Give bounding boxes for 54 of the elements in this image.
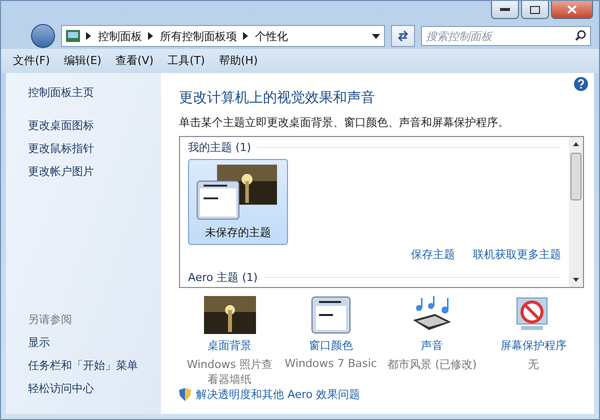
wallpaper-thumbnail [204, 296, 256, 334]
refresh-button[interactable] [391, 25, 415, 47]
setting-link[interactable]: 屏幕保护程序 [500, 338, 566, 353]
sidebar-link[interactable]: 轻松访问中心 [28, 381, 161, 396]
help-icon[interactable] [574, 77, 588, 91]
theme-action-link[interactable]: 联机获取更多主题 [473, 247, 561, 262]
address-bar[interactable]: 控制面板 所有控制面板项 个性化 [61, 25, 385, 47]
close-button[interactable] [551, 1, 593, 19]
setting-link[interactable]: 桌面背景 [208, 338, 252, 353]
refresh-icon [397, 30, 409, 42]
setting-value: Windows 照片查看器墙纸 [186, 357, 274, 387]
menu-item[interactable]: 编辑(E) [64, 53, 102, 69]
sidebar-link[interactable]: 任务栏和「开始」菜单 [28, 358, 161, 373]
chevron-icon [243, 32, 249, 40]
minimize-icon [500, 8, 510, 12]
setting-link[interactable]: 窗口颜色 [308, 338, 353, 353]
setting-value: Windows 7 Basic [284, 357, 378, 370]
troubleshoot-link[interactable]: 解决透明度和其他 Aero 效果问题 [196, 387, 360, 402]
chevron-icon [148, 32, 154, 40]
maximize-icon [530, 6, 540, 14]
search-field[interactable]: 搜索控制面板 [421, 26, 591, 46]
close-icon [567, 5, 577, 14]
menu-item[interactable]: 帮助(H) [218, 53, 258, 69]
breadcrumb[interactable]: 个性化 [255, 28, 288, 44]
setting-value: 都市风景 (已修改) [386, 357, 478, 372]
menu-item[interactable]: 文件(F) [13, 53, 50, 69]
sidebar-link[interactable]: 显示 [28, 335, 161, 350]
sidebar-link[interactable]: 控制面板主页 [28, 85, 161, 100]
page-title: 更改计算机上的视觉效果和声音 [179, 89, 376, 107]
breadcrumb[interactable]: 所有控制面板项 [160, 28, 237, 44]
sidebar-link[interactable]: 更改桌面图标 [28, 118, 161, 133]
page-description: 单击某个主题立即更改桌面背景、窗口颜色、声音和屏幕保护程序。 [179, 115, 510, 130]
chevron-icon [86, 32, 92, 40]
theme-group-heading: 我的主题 (1) [188, 140, 561, 155]
setting-value: 无 [526, 357, 540, 372]
shield-icon [179, 388, 191, 401]
back-button[interactable] [31, 24, 55, 48]
control-panel-icon [66, 30, 80, 42]
maximize-button[interactable] [521, 1, 549, 19]
dropdown-icon[interactable] [372, 34, 380, 38]
search-icon [575, 30, 586, 41]
see-also-heading: 另请参阅 [28, 312, 73, 327]
scrollbar[interactable] [569, 137, 583, 287]
theme-tile[interactable]: 未保存的主题 [188, 159, 288, 245]
window-icon [310, 296, 351, 334]
theme-action-link[interactable]: 保存主题 [411, 247, 455, 262]
theme-group-heading: Aero 主题 (1) [188, 270, 561, 285]
sidebar-link[interactable]: 更改鼠标指针 [28, 141, 161, 156]
sidebar-link[interactable]: 更改帐户图片 [28, 164, 161, 179]
menu-item[interactable]: 查看(V) [115, 53, 154, 69]
menu-item[interactable]: 工具(T) [168, 53, 205, 69]
minimize-button[interactable] [491, 1, 519, 19]
setting-link[interactable]: 声音 [421, 338, 444, 353]
breadcrumb[interactable]: 控制面板 [98, 28, 142, 44]
